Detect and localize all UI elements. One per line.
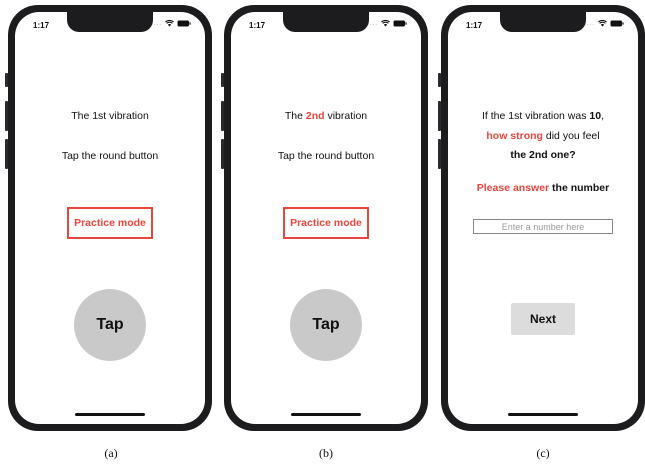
home-indicator[interactable] [291,413,361,416]
next-button[interactable]: Next [511,303,575,335]
phone-b: 1:17 .... The 2nd vibration Tap the roun… [221,5,428,431]
screen-b: 1:17 .... The 2nd vibration Tap the roun… [231,12,421,424]
q1-value: 10 [589,110,602,122]
prompt-suffix: the number [549,182,610,194]
signal-icon: .... [151,20,162,27]
signal-icon: .... [367,20,378,27]
q2-highlight: how strong [486,130,543,142]
caption-c: (c) [536,446,550,460]
volume-down-button [221,139,224,169]
status-time: 1:17 [466,21,483,30]
screen-c: 1:17 .... If the 1st vibration was 10, h… [448,12,638,424]
volume-up-button [5,101,8,131]
vibration-title: The 2nd vibration [231,110,421,122]
caption-b: (b) [319,446,333,460]
volume-down-button [438,139,441,169]
title-suffix: vibration [324,110,368,122]
instruction-text: Tap the round button [277,150,375,162]
answer-prompt: Please answer the number [448,182,638,194]
volume-down-button [5,139,8,169]
phone-a: 1:17 .... The 1st vibration Tap the roun… [5,5,212,431]
question-line-3: the 2nd one? [510,149,576,161]
wifi-icon [381,20,390,27]
notch [283,12,369,32]
wifi-icon [598,20,607,27]
practice-mode-button[interactable]: Practice mode [283,207,369,239]
mute-switch [5,73,8,87]
mute-switch [438,73,441,87]
status-icons: .... [367,20,407,27]
status-time: 1:17 [249,21,266,30]
home-indicator[interactable] [75,413,145,416]
q2-suffix: did you feel [542,130,600,142]
wifi-icon [165,20,174,27]
question-line-2: how strong did you feel [448,130,638,142]
home-indicator[interactable] [508,413,578,416]
battery-icon [177,20,191,27]
battery-icon [610,20,624,27]
title-highlight: 2nd [305,110,325,122]
signal-icon: .... [584,20,595,27]
status-time: 1:17 [33,21,50,30]
q1-suffix: , [601,110,604,122]
mute-switch [221,73,224,87]
question-line-1: If the 1st vibration was 10, [448,110,638,122]
number-input[interactable] [473,219,613,234]
prompt-highlight: Please answer [476,182,550,194]
battery-icon [393,20,407,27]
caption-a: (a) [104,446,118,460]
status-icons: .... [584,20,624,27]
instruction-text: Tap the round button [61,150,159,162]
q1-prefix: If the 1st vibration was [482,110,590,122]
notch [67,12,153,32]
practice-mode-button[interactable]: Practice mode [67,207,153,239]
notch [500,12,586,32]
phone-c: 1:17 .... If the 1st vibration was 10, h… [438,5,645,431]
screen-a: 1:17 .... The 1st vibration Tap the roun… [15,12,205,424]
status-icons: .... [151,20,191,27]
tap-button[interactable]: Tap [290,289,362,361]
vibration-title: The 1st vibration [71,110,149,122]
title-prefix: The [284,110,306,122]
volume-up-button [438,101,441,131]
volume-up-button [221,101,224,131]
tap-button[interactable]: Tap [74,289,146,361]
